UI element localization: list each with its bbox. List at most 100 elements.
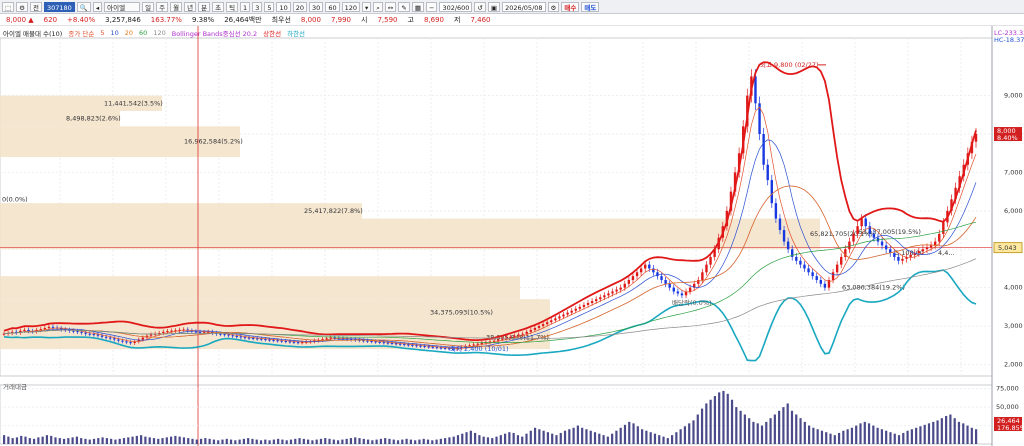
volume-bar bbox=[872, 425, 875, 444]
candle-body bbox=[227, 334, 230, 336]
volume-bar bbox=[778, 410, 781, 444]
volume-bar bbox=[675, 432, 678, 444]
volume-bar bbox=[559, 432, 562, 444]
candle-body bbox=[766, 164, 769, 181]
y-tick-label: 7,000 bbox=[1004, 168, 1023, 176]
candle-body bbox=[394, 343, 398, 345]
volume-bar bbox=[439, 438, 442, 444]
candle-body bbox=[325, 338, 328, 340]
price-chart[interactable]: 2,0003,0004,0005,0006,0007,0008,0009,000… bbox=[0, 0, 1024, 446]
volume-bar bbox=[927, 423, 931, 444]
candle-body bbox=[533, 327, 537, 330]
volume-bar bbox=[431, 440, 434, 444]
volume-profile-bar bbox=[0, 276, 520, 300]
volume-bar bbox=[495, 436, 498, 444]
candle-body bbox=[370, 341, 373, 343]
candle-body bbox=[933, 241, 937, 246]
volume-bar bbox=[953, 418, 956, 444]
volume-bar bbox=[221, 439, 224, 444]
candle-body bbox=[251, 337, 255, 339]
candle-body bbox=[676, 291, 680, 294]
candle-body bbox=[382, 342, 386, 344]
volume-profile-label: 34,375,093(10.5%) bbox=[430, 309, 493, 317]
volume-bar bbox=[936, 420, 939, 444]
candle-body bbox=[256, 338, 259, 340]
volume-bar bbox=[867, 423, 871, 444]
candle-body bbox=[525, 331, 528, 334]
candle-body bbox=[100, 335, 104, 337]
candle-body bbox=[23, 329, 26, 331]
volume-profile-bar bbox=[0, 218, 820, 250]
candle-body bbox=[643, 264, 647, 269]
y-tick-label: 3,000 bbox=[1004, 322, 1023, 330]
volume-bar bbox=[140, 435, 143, 444]
volume-bar bbox=[743, 414, 746, 444]
volume-bar bbox=[67, 438, 70, 444]
volume-bar bbox=[615, 430, 618, 444]
candle-body bbox=[276, 340, 279, 342]
candle-body bbox=[129, 342, 132, 344]
volume-bar bbox=[653, 433, 657, 444]
volume-bar bbox=[748, 418, 751, 444]
volume-bar bbox=[803, 421, 806, 444]
volume-profile-label: 0(0.0%) bbox=[2, 195, 28, 203]
candle-body bbox=[288, 341, 292, 343]
candle-body bbox=[170, 330, 173, 332]
volume-bar bbox=[414, 440, 417, 444]
volume-bar bbox=[392, 439, 395, 444]
volume-bar bbox=[718, 392, 721, 444]
candle-body bbox=[701, 272, 704, 280]
volume-bar bbox=[589, 430, 592, 444]
candle-body bbox=[664, 279, 667, 284]
candle-body bbox=[51, 326, 55, 328]
volume-bar bbox=[229, 439, 233, 444]
candle-body bbox=[619, 287, 622, 290]
volume-bar bbox=[281, 439, 284, 444]
candle-body bbox=[672, 287, 675, 292]
volume-bar bbox=[75, 436, 78, 444]
candle-body bbox=[166, 331, 169, 333]
candle-body bbox=[774, 203, 778, 219]
volume-bar bbox=[910, 429, 913, 444]
volume-bar bbox=[713, 396, 717, 444]
volume-bar bbox=[876, 427, 879, 444]
volume-bar bbox=[289, 439, 293, 444]
volume-bar bbox=[816, 429, 819, 444]
volume-bar bbox=[863, 421, 866, 444]
volume-bar bbox=[212, 439, 216, 444]
volume-bar bbox=[730, 399, 734, 444]
volume-bar bbox=[11, 438, 14, 444]
candle-body bbox=[852, 233, 855, 242]
candle-body bbox=[545, 322, 549, 325]
volume-bar bbox=[371, 440, 374, 444]
volume-bar bbox=[957, 421, 961, 444]
volume-bar bbox=[251, 438, 254, 444]
volume-bar bbox=[945, 415, 948, 444]
candle-body bbox=[121, 340, 124, 342]
candle-body bbox=[243, 337, 247, 339]
volume-bar bbox=[148, 437, 151, 444]
candle-body bbox=[292, 341, 296, 343]
volume-bar bbox=[696, 414, 699, 444]
volume-bar bbox=[649, 432, 652, 444]
candle-body bbox=[113, 338, 116, 340]
volume-bar bbox=[581, 427, 584, 444]
candle-body bbox=[329, 337, 332, 339]
candle-body bbox=[594, 299, 598, 302]
volume-bar bbox=[58, 438, 61, 444]
candle-body bbox=[897, 256, 900, 261]
candle-body bbox=[811, 272, 814, 277]
volume-tick-label: 50,000 bbox=[996, 403, 1019, 411]
volume-bar bbox=[15, 437, 19, 444]
volume-bar bbox=[658, 435, 661, 444]
dividend-annotation: 배당락(0.0%) bbox=[672, 298, 712, 307]
volume-bar bbox=[37, 437, 40, 444]
volume-bar bbox=[469, 430, 472, 444]
candle-body bbox=[43, 327, 47, 330]
volume-profile-label: 16,962,584(5.2%) bbox=[184, 138, 243, 146]
candle-body bbox=[660, 276, 663, 280]
candle-body bbox=[615, 289, 618, 292]
volume-bar bbox=[546, 432, 550, 444]
volume-bar bbox=[20, 435, 23, 444]
candle-body bbox=[705, 264, 708, 273]
